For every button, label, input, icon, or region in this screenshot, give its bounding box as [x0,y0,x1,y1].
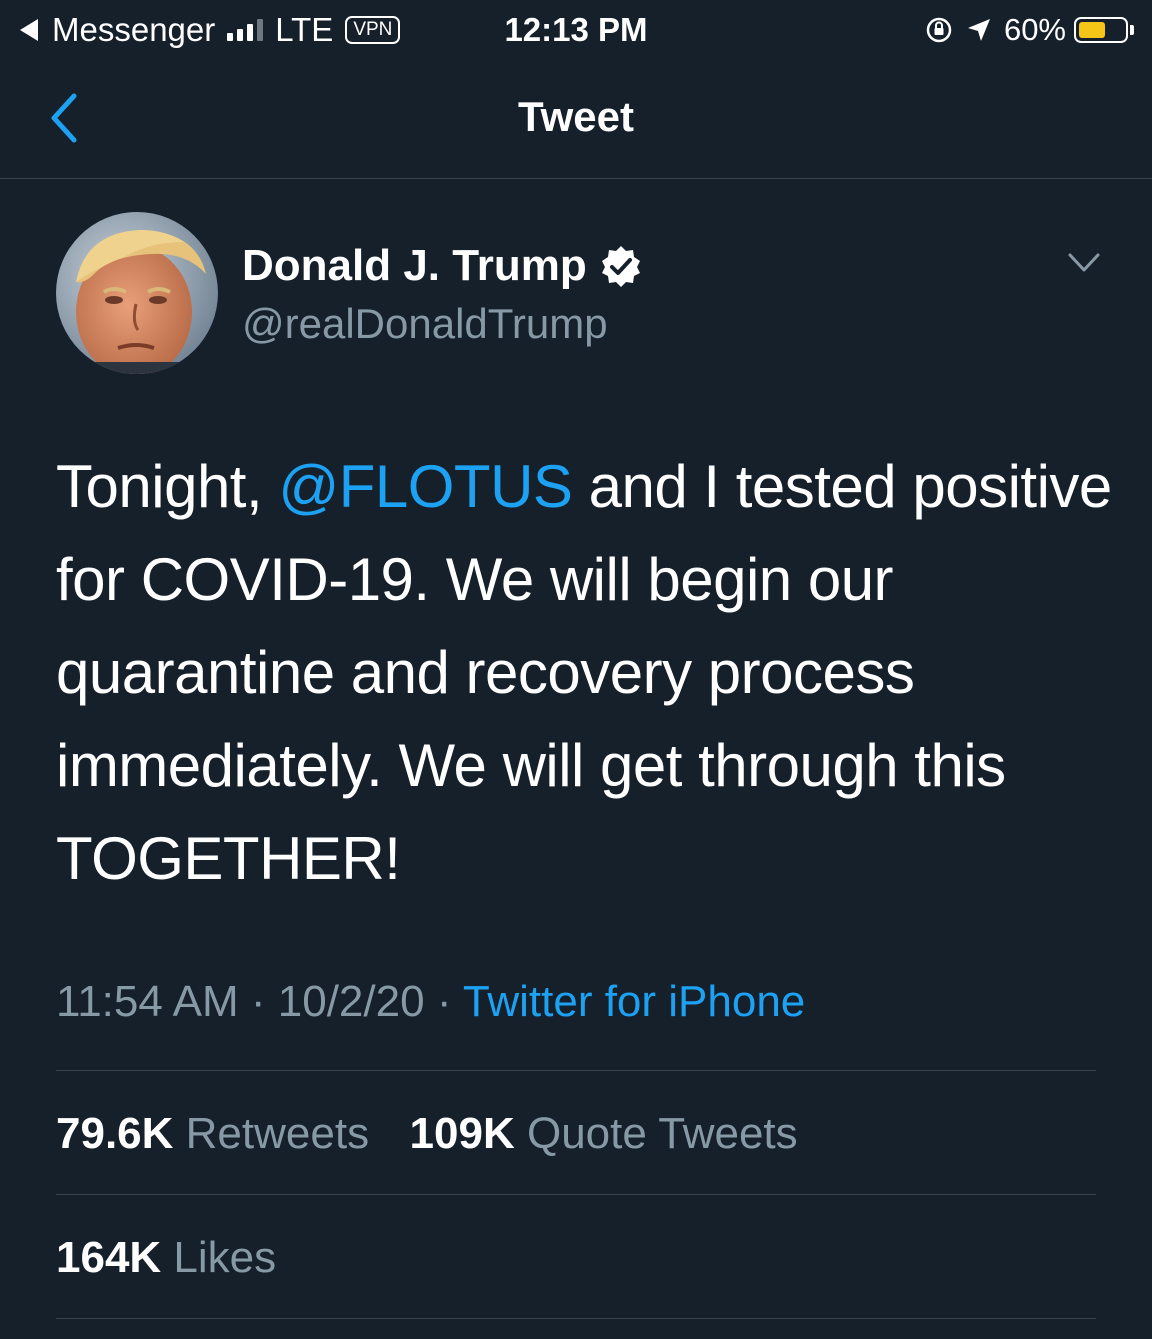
battery-percent: 60% [1003,12,1066,47]
status-right: 60% [924,10,1134,50]
divider [56,1318,1096,1319]
avatar-image [56,212,218,374]
meta-separator: · [250,977,266,1026]
tweet-date: 10/2/20 [277,977,425,1026]
retweets-label[interactable]: Retweets [186,1109,369,1158]
quote-tweets-label[interactable]: Quote Tweets [527,1109,798,1158]
author-name[interactable]: Donald J. Trump [242,240,643,292]
status-bar: Messenger LTE VPN 12:13 PM 60% [0,0,1152,60]
meta-separator: · [436,977,452,1026]
retweets-stat[interactable]: 79.6K Retweets [56,1109,369,1158]
tweet-text-before: Tonight, [56,453,279,520]
chevron-down-icon[interactable] [1066,250,1102,276]
retweets-count[interactable]: 79.6K [56,1109,173,1158]
location-arrow-icon [967,19,990,41]
likes-stat[interactable]: 164K Likes [56,1228,276,1288]
tweet-text: Tonight, @FLOTUS and I tested positive f… [56,440,1116,905]
likes-label[interactable]: Likes [173,1233,276,1282]
engagement-stats-row: 79.6K Retweets 109K Quote Tweets [56,1104,798,1164]
battery-icon [1074,17,1128,43]
tweet-time: 11:54 AM [56,977,239,1026]
author-name-text[interactable]: Donald J. Trump [242,240,587,292]
orientation-lock-icon [926,17,952,43]
quote-tweets-stat[interactable]: 109K Quote Tweets [410,1109,798,1158]
battery-fill [1079,22,1105,38]
quote-tweets-count[interactable]: 109K [410,1109,515,1158]
likes-count[interactable]: 164K [56,1233,161,1282]
divider [56,1070,1096,1071]
nav-bar: Tweet [0,62,1152,179]
tweet-source-link[interactable]: Twitter for iPhone [463,977,805,1026]
divider [56,1194,1096,1195]
nav-title: Tweet [518,93,634,140]
tweet-detail-screen: Messenger LTE VPN 12:13 PM 60% Tweet Don… [0,0,1152,1339]
mention-link[interactable]: @FLOTUS [278,453,573,520]
battery-cap [1130,25,1134,35]
verified-badge-icon [601,246,640,287]
avatar[interactable] [56,212,218,374]
tweet-meta: 11:54 AM · 10/2/20 · Twitter for iPhone [56,972,805,1032]
author-handle[interactable]: @realDonaldTrump [242,298,608,350]
